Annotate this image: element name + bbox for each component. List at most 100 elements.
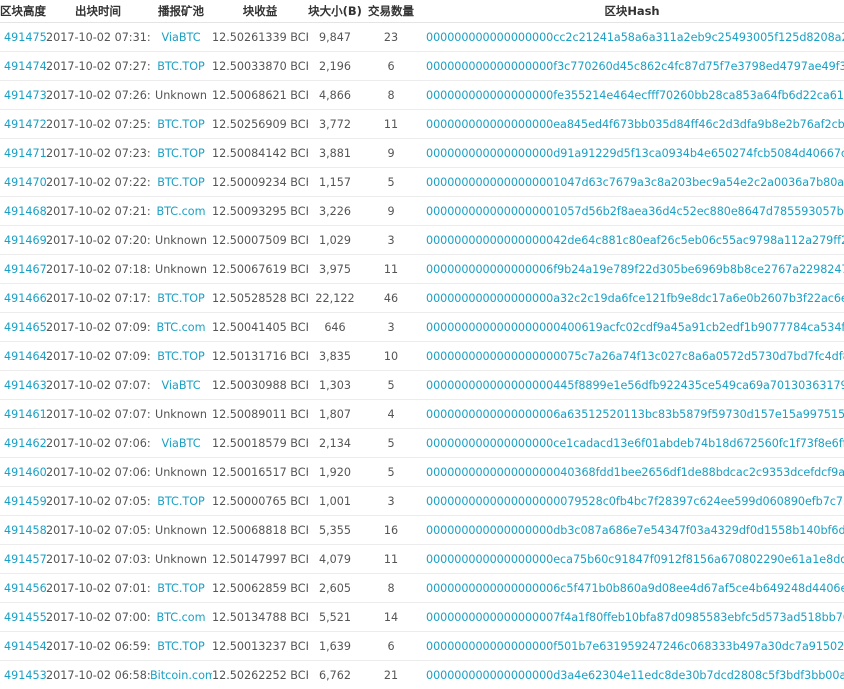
block-hash-link[interactable]: 000000000000000000ce1cadacd13e6f01abdeb7…	[426, 437, 844, 450]
block-hash-link[interactable]: 0000000000000000000079528c0fb4bc7f28397c…	[426, 495, 844, 508]
mining-pool-link[interactable]: ViaBTC	[161, 379, 200, 392]
block-height-link[interactable]: 491467	[4, 263, 46, 276]
block-hash-link[interactable]: 0000000000000000001047d63c7679a3c8a203be…	[426, 176, 844, 189]
block-time-cell: 2017-10-02 07:00:23	[46, 603, 150, 632]
header-block-time: 出块时间	[46, 0, 150, 23]
block-hash-cell: 0000000000000000000400619acfc02cdf9a45a9…	[420, 313, 844, 342]
block-height-link[interactable]: 491456	[4, 582, 46, 595]
block-height-link[interactable]: 491457	[4, 553, 46, 566]
block-hash-link[interactable]: 000000000000000000eca75b60c91847f0912f81…	[426, 553, 844, 566]
block-hash-link[interactable]: 000000000000000000db3c087a686e7e54347f03…	[426, 524, 844, 537]
mining-pool-link[interactable]: BTC.com	[156, 321, 205, 334]
mining-pool-cell: BTC.TOP	[150, 487, 212, 516]
block-height-link[interactable]: 491463	[4, 379, 46, 392]
mining-pool-link[interactable]: BTC.TOP	[157, 582, 205, 595]
block-hash-link[interactable]: 000000000000000006f9b24a19e789f22d305be6…	[426, 263, 844, 276]
block-height-link[interactable]: 491453	[4, 669, 46, 682]
block-height-link[interactable]: 491473	[4, 89, 46, 102]
block-hash-link[interactable]: 0000000000000000000400619acfc02cdf9a45a9…	[426, 321, 844, 334]
mining-pool-link[interactable]: BTC.com	[156, 611, 205, 624]
block-size-text: 4,866	[319, 89, 351, 102]
mining-pool-link[interactable]: BTC.TOP	[157, 60, 205, 73]
block-hash-link[interactable]: 000000000000000000d91a91229d5f13ca0934b4…	[426, 147, 844, 160]
mining-pool-link[interactable]: BTC.TOP	[157, 147, 205, 160]
mining-pool-link[interactable]: BTC.TOP	[157, 176, 205, 189]
mining-pool-link[interactable]: BTC.TOP	[157, 495, 205, 508]
block-reward-text: 12.50093295 BCH	[212, 205, 308, 218]
block-height-link[interactable]: 491455	[4, 611, 46, 624]
block-hash-cell: 0000000000000000006c5f471b0b860a9d08ee4d…	[420, 574, 844, 603]
tx-count-cell: 9	[362, 197, 420, 226]
table-row: 4914712017-10-02 07:23:41BTC.TOP12.50084…	[0, 139, 844, 168]
block-reward-text: 12.50147997 BCH	[212, 553, 308, 566]
tx-count-text: 5	[387, 379, 394, 392]
block-reward-cell: 12.50262252 BCH	[212, 661, 308, 689]
block-hash-link[interactable]: 000000000000000000fe355214e464ecfff70260…	[426, 89, 844, 102]
block-height-link[interactable]: 491474	[4, 60, 46, 73]
block-hash-link[interactable]: 000000000000000000ea845ed4f673bb035d84ff…	[426, 118, 844, 131]
block-hash-link[interactable]: 00000000000000000042de64c881c80eaf26c5eb…	[426, 234, 844, 247]
block-height-link[interactable]: 491472	[4, 118, 46, 131]
block-hash-link[interactable]: 000000000000000000f501b7e631959247246c06…	[426, 640, 844, 653]
block-height-link[interactable]: 491471	[4, 147, 46, 160]
block-reward-cell: 12.50089011 BCH	[212, 400, 308, 429]
block-hash-cell: 000000000000000000db3c087a686e7e54347f03…	[420, 516, 844, 545]
block-height-link[interactable]: 491464	[4, 350, 46, 363]
mining-pool-cell: ViaBTC	[150, 23, 212, 52]
block-reward-text: 12.50000765 BCH	[212, 495, 308, 508]
block-reward-text: 12.50084142 BCH	[212, 147, 308, 160]
table-row: 4914702017-10-02 07:22:06BTC.TOP12.50009…	[0, 168, 844, 197]
table-row: 4914542017-10-02 06:59:35BTC.TOP12.50013…	[0, 632, 844, 661]
block-reward-text: 12.50068818 BCH	[212, 524, 308, 537]
mining-pool-link[interactable]: BTC.TOP	[157, 118, 205, 131]
mining-pool-link[interactable]: BTC.TOP	[157, 350, 205, 363]
block-hash-link[interactable]: 000000000000000000d3a4e62304e11edc8de30b…	[426, 669, 844, 682]
block-hash-link[interactable]: 000000000000000000445f8899e1e56dfb922435…	[426, 379, 844, 392]
tx-count-text: 9	[387, 147, 394, 160]
block-height-link[interactable]: 491461	[4, 408, 46, 421]
block-height-link[interactable]: 491475	[4, 31, 46, 44]
block-time-cell: 2017-10-02 06:58:14	[46, 661, 150, 689]
block-height-link[interactable]: 491462	[4, 437, 46, 450]
block-hash-link[interactable]: 000000000000000000f3c770260d45c862c4fc87…	[426, 60, 844, 73]
block-height-link[interactable]: 491458	[4, 524, 46, 537]
table-row: 4914652017-10-02 07:09:50BTC.com12.50041…	[0, 313, 844, 342]
block-reward-cell: 12.50068621 BCH	[212, 81, 308, 110]
block-height-link[interactable]: 491470	[4, 176, 46, 189]
block-hash-link[interactable]: 0000000000000000006c5f471b0b860a9d08ee4d…	[426, 582, 844, 595]
mining-pool-link[interactable]: BTC.com	[156, 205, 205, 218]
block-reward-text: 12.50528528 BCH	[212, 292, 308, 305]
block-hash-link[interactable]: 0000000000000000001057d56b2f8aea36d4c52e…	[426, 205, 844, 218]
block-hash-cell: 0000000000000000000079528c0fb4bc7f28397c…	[420, 487, 844, 516]
block-time-text: 2017-10-02 07:03:25	[46, 553, 150, 566]
block-hash-link[interactable]: 0000000000000000007f4a1f80ffeb10bfa87d09…	[426, 611, 844, 624]
table-header-row: 区块高度 出块时间 播报矿池 块收益 块大小(B) 交易数量 区块Hash	[0, 0, 844, 23]
block-height-cell: 491456	[0, 574, 46, 603]
block-height-cell: 491475	[0, 23, 46, 52]
mining-pool-link[interactable]: Bitcoin.com	[150, 669, 212, 682]
tx-count-cell: 11	[362, 255, 420, 284]
mining-pool-link[interactable]: BTC.TOP	[157, 292, 205, 305]
block-hash-link[interactable]: 0000000000000000000075c7a26a74f13c027c8a…	[426, 350, 844, 363]
block-hash-link[interactable]: 000000000000000000040368fdd1bee2656df1de…	[426, 466, 844, 479]
block-height-link[interactable]: 491466	[4, 292, 46, 305]
block-height-cell: 491472	[0, 110, 46, 139]
block-height-link[interactable]: 491469	[4, 234, 46, 247]
mining-pool-link[interactable]: ViaBTC	[161, 437, 200, 450]
block-height-link[interactable]: 491465	[4, 321, 46, 334]
block-hash-link[interactable]: 000000000000000000cc2c21241a58a6a311a2eb…	[426, 31, 844, 44]
block-height-link[interactable]: 491460	[4, 466, 46, 479]
mining-pool-link[interactable]: ViaBTC	[161, 31, 200, 44]
mining-pool-link[interactable]: BTC.TOP	[157, 640, 205, 653]
block-size-cell: 3,835	[308, 342, 362, 371]
mining-pool-text: Unknown	[155, 408, 207, 421]
block-size-text: 3,226	[319, 205, 351, 218]
block-hash-link[interactable]: 0000000000000000006a63512520113bc83b5879…	[426, 408, 844, 421]
block-height-link[interactable]: 491468	[4, 205, 46, 218]
block-height-link[interactable]: 491459	[4, 495, 46, 508]
block-height-link[interactable]: 491454	[4, 640, 46, 653]
tx-count-cell: 4	[362, 400, 420, 429]
block-size-cell: 9,847	[308, 23, 362, 52]
block-time-text: 2017-10-02 07:05:30	[46, 524, 150, 537]
block-hash-link[interactable]: 000000000000000000a32c2c19da6fce121fb9e8…	[426, 292, 844, 305]
